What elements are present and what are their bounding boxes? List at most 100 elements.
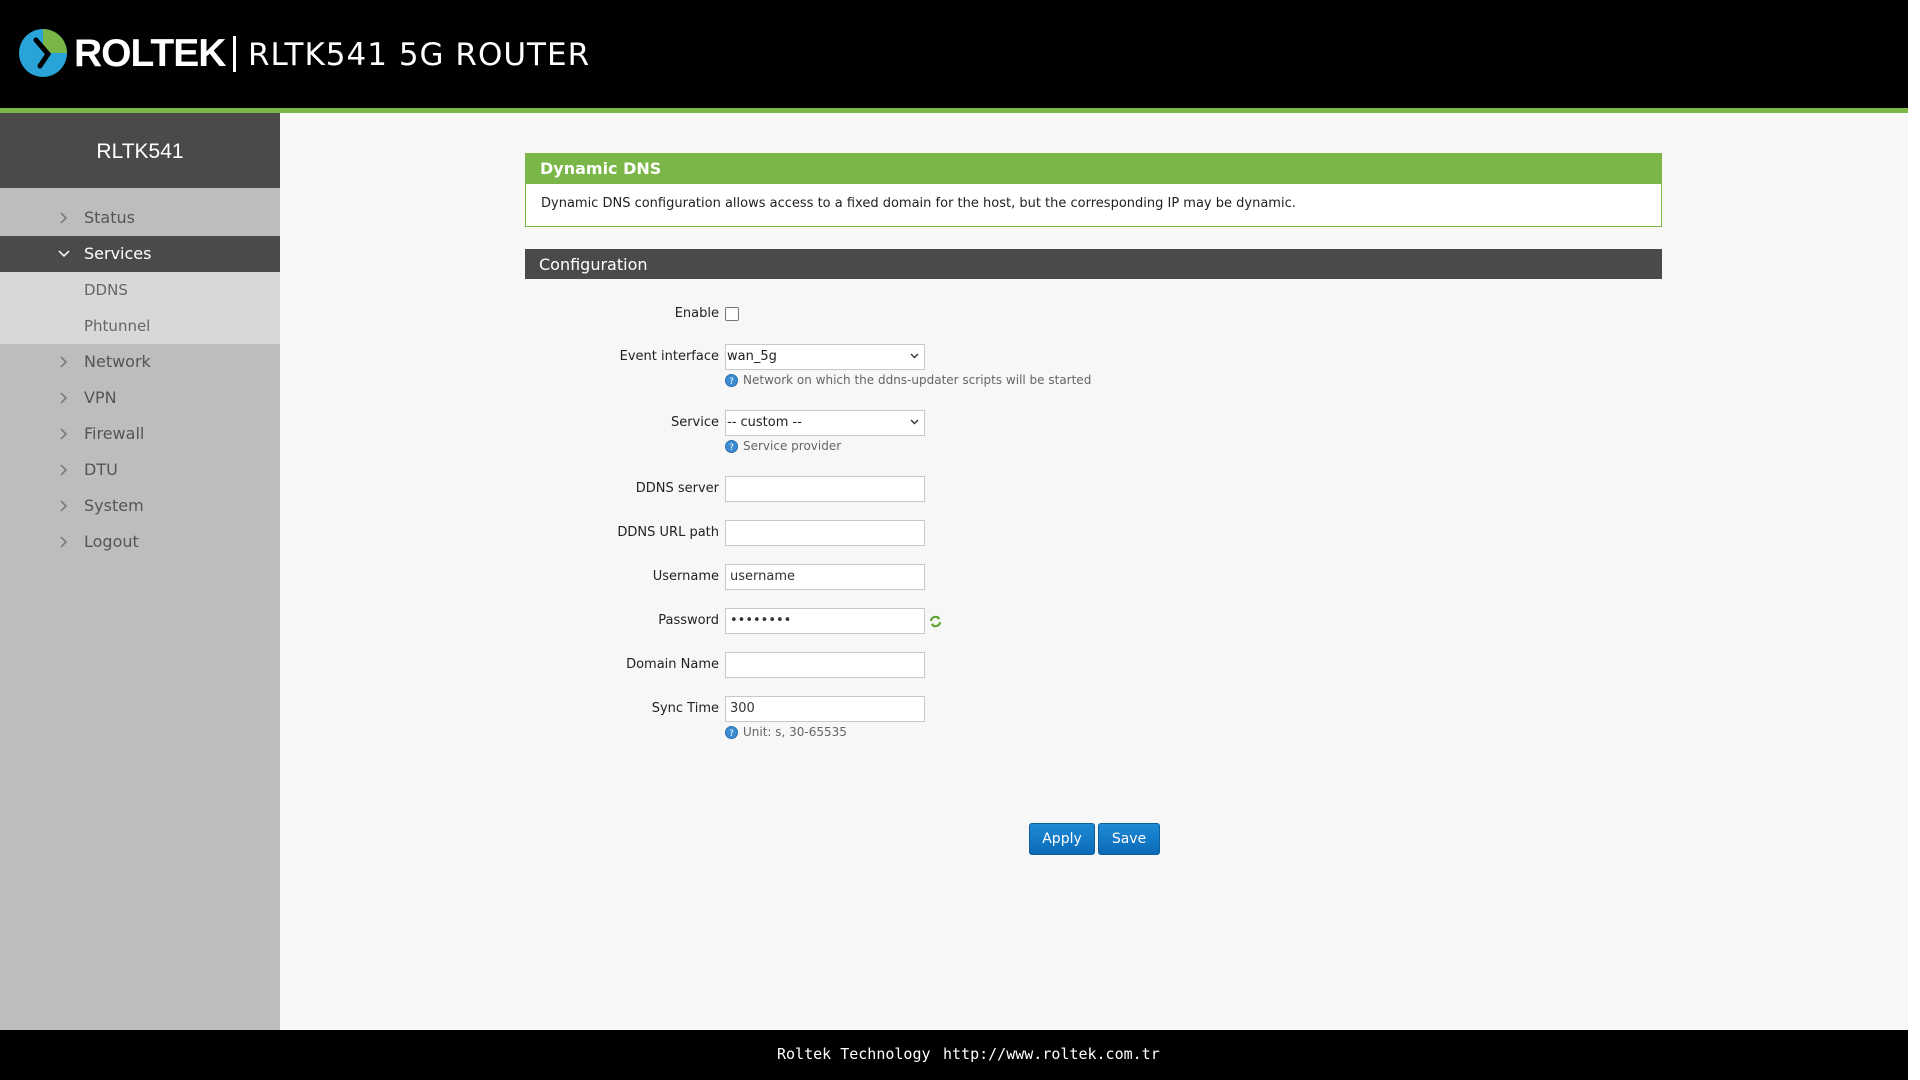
- enable-checkbox[interactable]: [725, 307, 739, 321]
- chevron-down-icon: [58, 236, 70, 272]
- event-interface-value: wan_5g: [727, 349, 777, 364]
- top-header: ROLTEK RLTK541 5G ROUTER: [0, 0, 1908, 113]
- ddns-url-path-input[interactable]: [725, 520, 925, 546]
- ddns-server-label: DDNS server: [635, 481, 719, 496]
- svg-text:?: ?: [729, 443, 734, 453]
- ddns-url-path-label: DDNS URL path: [617, 525, 719, 540]
- sidebar-item-network[interactable]: Network: [0, 344, 280, 380]
- main-content: Dynamic DNS Dynamic DNS configuration al…: [280, 113, 1908, 1030]
- sync-time-hint-text: Unit: s, 30-65535: [743, 725, 847, 739]
- sidebar-subitem-ddns[interactable]: DDNS: [0, 272, 280, 308]
- sidebar-item-label: Network: [84, 352, 151, 371]
- sync-time-control: 300: [725, 696, 925, 722]
- password-label: Password: [658, 613, 719, 628]
- event-interface-row: Event interface wan_5g ? Network on whic…: [525, 342, 1662, 387]
- domain-name-control: [725, 652, 925, 678]
- svg-text:?: ?: [729, 729, 734, 739]
- brand-name: ROLTEK: [74, 32, 226, 75]
- sidebar-item-firewall[interactable]: Firewall: [0, 416, 280, 452]
- chevron-right-icon: [58, 200, 70, 236]
- service-row: Service -- custom -- ? Service provider: [525, 408, 1662, 453]
- reveal-password-icon[interactable]: [929, 615, 942, 628]
- domain-name-row: Domain Name: [525, 650, 1662, 680]
- sidebar-item-label: Firewall: [84, 424, 145, 443]
- chevron-right-icon: [58, 416, 70, 452]
- section-title: Dynamic DNS: [526, 154, 1661, 184]
- roltek-logo-icon: [19, 29, 67, 77]
- ddns-server-control: [725, 476, 925, 502]
- footer-company: Roltek Technology: [777, 1045, 931, 1063]
- sidebar-item-label: Logout: [84, 532, 139, 551]
- sidebar-item-system[interactable]: System: [0, 488, 280, 524]
- svg-text:?: ?: [729, 377, 734, 387]
- service-control: -- custom --: [725, 410, 925, 436]
- sync-time-label: Sync Time: [651, 701, 719, 716]
- sync-time-input[interactable]: 300: [725, 696, 925, 722]
- service-hint-text: Service provider: [743, 439, 842, 453]
- section-description: Dynamic DNS configuration allows access …: [541, 196, 1296, 211]
- chevron-right-icon: [58, 524, 70, 560]
- info-icon: ?: [725, 725, 738, 739]
- event-interface-control: wan_5g: [725, 344, 925, 370]
- form-actions: Apply Save: [1029, 823, 1169, 855]
- apply-button[interactable]: Apply: [1029, 823, 1095, 855]
- sidebar-item-label: VPN: [84, 388, 117, 407]
- enable-checkbox-wrap: [725, 301, 739, 321]
- chevron-right-icon: [58, 452, 70, 488]
- sidebar-item-label: Services: [84, 244, 152, 263]
- sync-time-row: Sync Time 300 ? Unit: s, 30-65535: [525, 694, 1662, 739]
- chevron-right-icon: [58, 380, 70, 416]
- sidebar-subitem-phtunnel[interactable]: Phtunnel: [0, 308, 280, 344]
- footer-url-link[interactable]: http://www.roltek.com.tr: [943, 1045, 1160, 1063]
- service-label: Service: [670, 415, 719, 430]
- ddns-server-row: DDNS server: [525, 474, 1662, 504]
- info-icon: ?: [725, 373, 738, 387]
- ddns-url-path-row: DDNS URL path: [525, 518, 1662, 548]
- service-select[interactable]: -- custom --: [725, 410, 925, 436]
- username-label: Username: [652, 569, 719, 584]
- event-interface-hint-text: Network on which the ddns-updater script…: [743, 373, 1092, 387]
- ddns-url-path-control: [725, 520, 925, 546]
- configuration-header: Configuration: [525, 249, 1662, 279]
- sidebar: RLTK541 Status Services DDNS Phtunnel Ne…: [0, 113, 280, 1030]
- sidebar-item-label: System: [84, 496, 144, 515]
- sidebar-item-label: DTU: [84, 460, 118, 479]
- sidebar-item-status[interactable]: Status: [0, 200, 280, 236]
- event-interface-hint: ? Network on which the ddns-updater scri…: [725, 373, 1091, 387]
- header-divider: [233, 36, 236, 72]
- sidebar-nav: Status Services DDNS Phtunnel Network VP…: [0, 200, 280, 560]
- sidebar-item-services[interactable]: Services: [0, 236, 280, 272]
- service-hint: ? Service provider: [725, 439, 841, 453]
- username-input[interactable]: username: [725, 564, 925, 590]
- chevron-down-icon: [910, 419, 919, 425]
- sync-time-hint: ? Unit: s, 30-65535: [725, 725, 847, 739]
- domain-name-label: Domain Name: [626, 657, 719, 672]
- sidebar-item-vpn[interactable]: VPN: [0, 380, 280, 416]
- info-icon: ?: [725, 439, 738, 453]
- password-control: ••••••••: [725, 608, 941, 634]
- ddns-server-input[interactable]: [725, 476, 925, 502]
- ddns-info-panel: Dynamic DNS Dynamic DNS configuration al…: [525, 153, 1662, 227]
- enable-row: Enable: [525, 299, 1662, 329]
- page-edge: [1908, 0, 1920, 1080]
- services-submenu: DDNS Phtunnel: [0, 272, 280, 344]
- event-interface-label: Event interface: [619, 349, 719, 364]
- service-value: -- custom --: [727, 415, 802, 430]
- chevron-down-icon: [910, 353, 919, 359]
- chevron-right-icon: [58, 344, 70, 380]
- sidebar-item-dtu[interactable]: DTU: [0, 452, 280, 488]
- chevron-right-icon: [58, 488, 70, 524]
- password-input[interactable]: ••••••••: [725, 608, 925, 634]
- sidebar-item-logout[interactable]: Logout: [0, 524, 280, 560]
- password-row: Password ••••••••: [525, 606, 1662, 636]
- domain-name-input[interactable]: [725, 652, 925, 678]
- product-title: RLTK541 5G ROUTER: [248, 37, 591, 73]
- enable-label: Enable: [674, 306, 719, 321]
- footer: Roltek Technology http://www.roltek.com.…: [0, 1030, 1908, 1080]
- save-button[interactable]: Save: [1098, 823, 1160, 855]
- sidebar-title: RLTK541: [0, 113, 280, 188]
- username-control: username: [725, 564, 925, 590]
- sidebar-item-label: Status: [84, 208, 135, 227]
- username-row: Username username: [525, 562, 1662, 592]
- event-interface-select[interactable]: wan_5g: [725, 344, 925, 370]
